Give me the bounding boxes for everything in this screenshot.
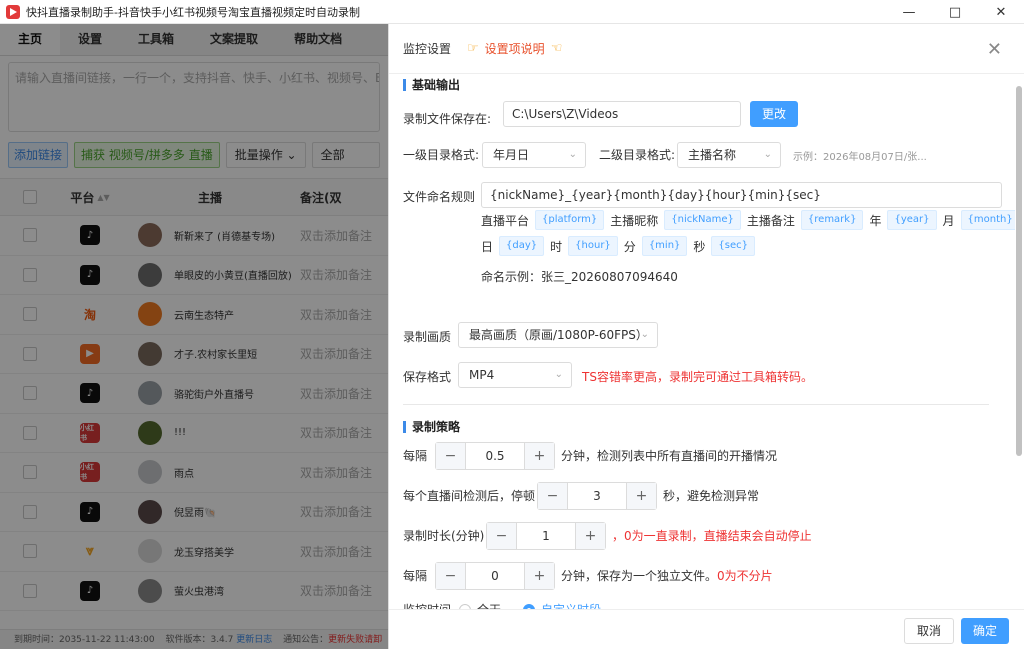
- maximize-icon[interactable]: □: [932, 0, 978, 24]
- save-path-label: 录制文件保存在:: [403, 112, 492, 126]
- quality-select[interactable]: 最高画质（原画/1080P-60FPS） ⌄: [458, 322, 658, 348]
- section-strategy: 录制策略: [403, 418, 460, 435]
- help-link[interactable]: 设置项说明: [485, 40, 545, 57]
- chevron-down-icon: ⌄: [640, 329, 649, 340]
- interval-label: 每隔: [403, 449, 428, 463]
- chevron-down-icon: ⌄: [763, 149, 772, 160]
- naming-rule-input[interactable]: {nickName}_{year}{month}{day}{hour}{min}…: [481, 182, 1002, 208]
- split-label: 每隔: [403, 569, 428, 583]
- tag-label: 月: [942, 213, 955, 228]
- split-text: 分钟，保存为一个独立文件。0为不分片: [561, 569, 773, 583]
- close-window-icon[interactable]: ✕: [978, 0, 1024, 24]
- close-icon[interactable]: ✕: [987, 39, 1002, 60]
- duration-stepper[interactable]: − 1 +: [486, 522, 606, 550]
- tag-sec[interactable]: {sec}: [711, 236, 756, 256]
- tag-label: 年: [869, 213, 882, 228]
- tag-label: 主播备注: [746, 213, 795, 228]
- minimize-icon[interactable]: —: [886, 0, 932, 24]
- minus-icon[interactable]: −: [538, 483, 568, 509]
- monitor-radio-group: 全天 自定义时段: [459, 600, 601, 609]
- monitor-settings-panel: 监控设置 ☞ 设置项说明 ☜ ✕ 基础输出 录制文件保存在: C:\Users\…: [388, 24, 1024, 649]
- tag-label: 分: [623, 239, 636, 254]
- title-bar: 快抖直播录制助手-抖音快手小红书视频号淘宝直播视频定时自动录制 — □ ✕: [0, 0, 1024, 24]
- chevron-down-icon: ⌄: [568, 149, 577, 160]
- panel-header: 监控设置 ☞ 设置项说明 ☜ ✕: [389, 24, 1024, 74]
- tag-min[interactable]: {min}: [641, 236, 688, 256]
- tag-platform[interactable]: {platform}: [535, 210, 605, 230]
- duration-label: 录制时长(分钟): [403, 529, 485, 543]
- tag-nickname[interactable]: {nickName}: [664, 210, 741, 230]
- interval-text: 分钟，检测列表中所有直播间的开播情况: [561, 449, 778, 463]
- format-warning: TS容错率更高，录制完可通过工具箱转码。: [582, 370, 813, 384]
- pause-label: 每个直播间检测后，停顿: [403, 489, 536, 503]
- quality-label: 录制画质: [403, 330, 452, 344]
- panel-body: 基础输出 录制文件保存在: C:\Users\Z\Videos 更改 一级目录格…: [389, 74, 1015, 609]
- split-stepper[interactable]: − 0 +: [435, 562, 555, 590]
- radio-custom[interactable]: 自定义时段: [523, 600, 601, 609]
- divider: [403, 404, 989, 405]
- minus-icon[interactable]: −: [487, 523, 517, 549]
- plus-icon[interactable]: +: [524, 443, 554, 469]
- pause-text: 秒，避免检测异常: [663, 489, 760, 503]
- tag-label: 秒: [693, 239, 706, 254]
- plus-icon[interactable]: +: [626, 483, 656, 509]
- tag-day[interactable]: {day}: [499, 236, 545, 256]
- window-title: 快抖直播录制助手-抖音快手小红书视频号淘宝直播视频定时自动录制: [26, 5, 360, 19]
- tag-remark[interactable]: {remark}: [800, 210, 864, 230]
- tag-label: 直播平台: [481, 213, 530, 228]
- section-basic-output: 基础输出: [403, 76, 460, 93]
- dir1-select[interactable]: 年月日 ⌄: [482, 142, 586, 168]
- tag-label: 日: [481, 239, 494, 254]
- split-red-text: 0为不分片: [717, 569, 773, 583]
- tag-month[interactable]: {month}: [960, 210, 1015, 230]
- panel-title: 监控设置: [403, 42, 452, 56]
- scrollbar[interactable]: [1016, 86, 1022, 456]
- duration-text: ，0为一直录制，直播结束会自动停止: [612, 529, 812, 543]
- chevron-down-icon: ⌄: [554, 369, 563, 380]
- interval-stepper[interactable]: − 0.5 +: [435, 442, 555, 470]
- monitor-label: 监控时间: [403, 600, 451, 609]
- change-path-button[interactable]: 更改: [750, 101, 799, 127]
- format-select[interactable]: MP4 ⌄: [458, 362, 572, 388]
- minus-icon[interactable]: −: [436, 563, 466, 589]
- app-logo-icon: [6, 4, 20, 19]
- pause-stepper[interactable]: − 3 +: [537, 482, 657, 510]
- tag-label: 时: [550, 239, 563, 254]
- plus-icon[interactable]: +: [575, 523, 605, 549]
- naming-tags: 直播平台 {platform} 主播昵称 {nickName} 主播备注 {remar…: [481, 210, 1015, 285]
- naming-example: 命名示例：张三_20260807094640: [481, 270, 678, 284]
- modal-overlay[interactable]: [0, 24, 388, 649]
- dir2-label: 二级目录格式:: [599, 148, 676, 162]
- pointing-right-icon: ☞: [467, 41, 479, 56]
- tag-hour[interactable]: {hour}: [568, 236, 618, 256]
- tag-year[interactable]: {year}: [887, 210, 937, 230]
- naming-label: 文件命名规则: [403, 190, 476, 204]
- radio-all-day[interactable]: 全天: [459, 600, 501, 609]
- cancel-button[interactable]: 取消: [904, 618, 955, 644]
- dir-example: 示例：2026年08月07日/张...: [793, 152, 927, 163]
- format-label: 保存格式: [403, 370, 452, 384]
- pointing-left-icon: ☜: [550, 41, 563, 56]
- save-path-input[interactable]: C:\Users\Z\Videos: [503, 101, 741, 127]
- confirm-button[interactable]: 确定: [961, 618, 1010, 644]
- tag-label: 主播昵称: [610, 213, 659, 228]
- panel-footer: 取消 确定: [389, 609, 1024, 649]
- dir2-select[interactable]: 主播名称 ⌄: [677, 142, 781, 168]
- dir1-label: 一级目录格式:: [403, 148, 480, 162]
- plus-icon[interactable]: +: [524, 563, 554, 589]
- minus-icon[interactable]: −: [436, 443, 466, 469]
